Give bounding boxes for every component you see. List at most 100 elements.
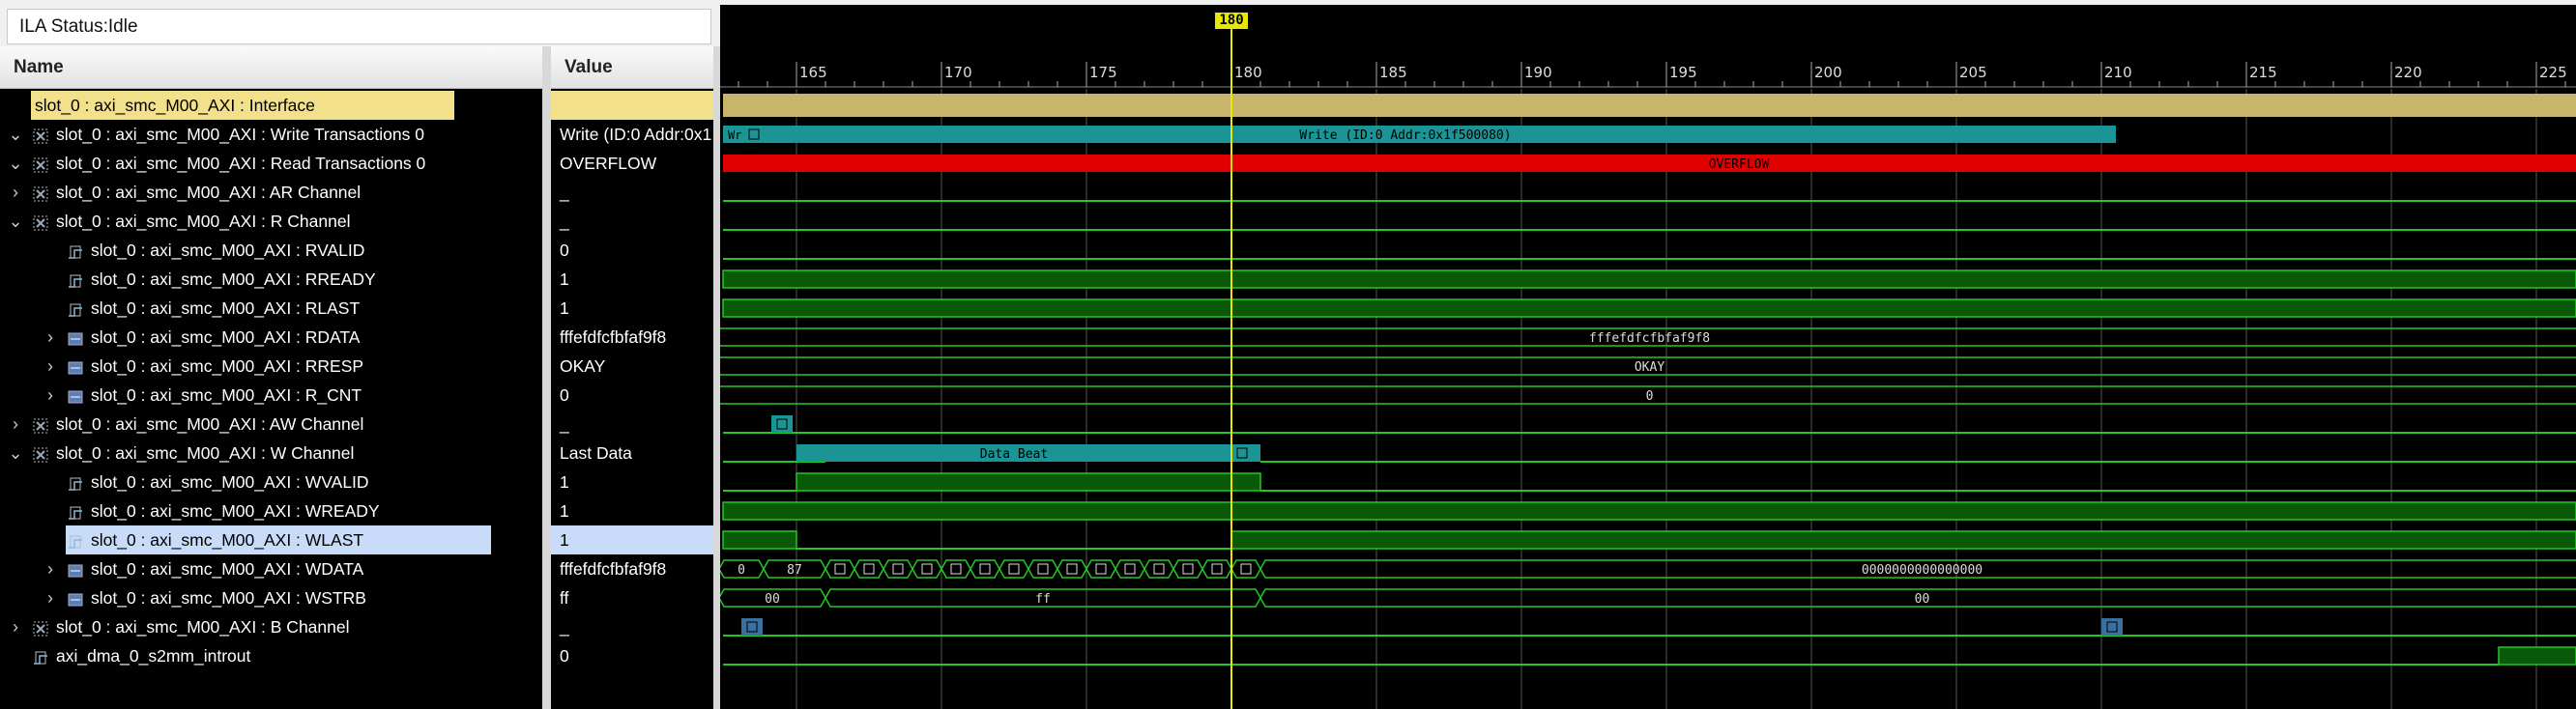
signal-value: Last Data (560, 443, 632, 463)
read-overflow-bar (723, 155, 2576, 172)
signal-group-icon (33, 213, 50, 231)
expand-chevron-icon[interactable]: › (43, 554, 58, 583)
b-handshake-marker (741, 618, 763, 636)
ruler-top-border (720, 0, 2576, 5)
collapse-chevron-icon[interactable]: ⌄ (8, 439, 23, 468)
signal-row-7[interactable]: slot_0 : axi_smc_M00_AXI : RLAST (0, 294, 542, 323)
expand-chevron-icon[interactable]: › (8, 612, 23, 641)
name-value-splitter[interactable] (542, 46, 551, 709)
signal-row-10[interactable]: › slot_0 : axi_smc_M00_AXI : R_CNT (0, 381, 542, 410)
signal-value: _ (560, 617, 569, 637)
signal-row-6[interactable]: slot_0 : axi_smc_M00_AXI : RREADY (0, 265, 542, 294)
signal-row-2[interactable]: ⌄ slot_0 : axi_smc_M00_AXI : Read Transac… (0, 149, 542, 178)
signal-group-icon (33, 184, 50, 202)
signal-row-15[interactable]: slot_0 : axi_smc_M00_AXI : WLAST (66, 525, 491, 554)
signal-row-1[interactable]: ⌄ slot_0 : axi_smc_M00_AXI : Write Transa… (0, 120, 542, 149)
wdata-beat-icon (1153, 563, 1165, 575)
signal-value: fffefdfcfbfaf9f8 (560, 559, 667, 579)
signal-name: slot_0 : axi_smc_M00_AXI : R_CNT (91, 385, 362, 405)
signal-row-18[interactable]: › slot_0 : axi_smc_M00_AXI : B Channel (0, 612, 542, 641)
wdata-bus-segment (1201, 559, 1232, 579)
signal-high-region (1230, 530, 2576, 550)
signal-row-4[interactable]: ⌄ slot_0 : axi_smc_M00_AXI : R Channel (0, 207, 542, 236)
signal-name: slot_0 : axi_smc_M00_AXI : RREADY (91, 269, 376, 289)
expand-chevron-icon[interactable]: › (43, 381, 58, 410)
ruler-tick-label: 200 (1814, 64, 1842, 81)
expand-chevron-icon[interactable]: › (43, 323, 58, 352)
wdata-bus-segment (1143, 559, 1174, 579)
cursor-time-marker[interactable]: 180 (1215, 13, 1248, 29)
signal-name: slot_0 : axi_smc_M00_AXI : AW Channel (56, 414, 364, 434)
signal-value: 0 (560, 646, 569, 666)
bus-signal-icon (68, 357, 85, 375)
w-channel-last (1231, 444, 1260, 462)
wdata-bus-segment (999, 559, 1029, 579)
rdata-bus-label: fffefdfcfbfaf9f8 (1589, 331, 1710, 346)
wdata-beat-icon (1211, 563, 1223, 575)
bus-signal-icon (68, 386, 85, 404)
ruler-tick-label: 185 (1379, 64, 1407, 81)
signal-value: 0 (560, 385, 569, 405)
signal-name: slot_0 : axi_smc_M00_AXI : B Channel (56, 617, 350, 637)
wdata-beat-icon (1240, 563, 1252, 575)
signal-name: axi_dma_0_s2mm_introut (56, 646, 251, 666)
expand-chevron-icon[interactable]: › (8, 410, 23, 439)
signal-row-13[interactable]: slot_0 : axi_smc_M00_AXI : WVALID (0, 468, 542, 496)
wdata-beat-icon (863, 563, 875, 575)
value-column-header[interactable]: Value (551, 46, 713, 89)
signal-value: _ (560, 183, 569, 202)
signal-value: 0 (560, 241, 569, 260)
signal-value: 1 (560, 472, 569, 492)
expand-chevron-icon[interactable]: › (43, 352, 58, 381)
signal-group-icon (33, 618, 50, 637)
signal-row-19[interactable]: axi_dma_0_s2mm_introut (0, 641, 542, 670)
bit-signal-icon (68, 299, 85, 317)
wdata-beat-icon (1008, 563, 1020, 575)
signal-row-11[interactable]: › slot_0 : axi_smc_M00_AXI : AW Channel (0, 410, 542, 439)
signal-row-16[interactable]: › slot_0 : axi_smc_M00_AXI : WDATA (0, 554, 542, 583)
r-cnt-bus-label: 0 (1646, 389, 1654, 404)
signal-row-0[interactable]: slot_0 : axi_smc_M00_AXI : Interface (31, 91, 454, 120)
signal-row-14[interactable]: slot_0 : axi_smc_M00_AXI : WREADY (0, 496, 542, 525)
signal-name: slot_0 : axi_smc_M00_AXI : Read Transact… (56, 154, 426, 173)
bus-signal-icon (68, 589, 85, 607)
collapse-chevron-icon[interactable]: ⌄ (8, 149, 23, 178)
wdata-bus-segment (1085, 559, 1116, 579)
waveform-canvas[interactable]: 165 170 175 180 185 190 195 200 205 210 215 220 225 W… (720, 0, 2576, 709)
signal-row-5[interactable]: slot_0 : axi_smc_M00_AXI : RVALID (0, 236, 542, 265)
value-wave-splitter[interactable] (713, 46, 720, 709)
signal-value: 1 (560, 298, 569, 318)
bit-signal-icon (68, 502, 85, 520)
signal-name: slot_0 : axi_smc_M00_AXI : Interface (35, 96, 315, 115)
wdata-beat-icon (1124, 563, 1136, 575)
bus-signal-icon (68, 560, 85, 578)
signal-row-8[interactable]: › slot_0 : axi_smc_M00_AXI : RDATA (0, 323, 542, 352)
bit-signal-icon (68, 531, 85, 549)
name-column-header[interactable]: Name (0, 46, 542, 89)
signal-group-icon (33, 415, 50, 434)
signal-row-12[interactable]: ⌄ slot_0 : axi_smc_M00_AXI : W Channel (0, 439, 542, 468)
ruler-tick-label: 170 (944, 64, 972, 81)
wdata-beat-icon (979, 563, 991, 575)
ruler-tick-label: 205 (1959, 64, 1987, 81)
waveform-panel[interactable]: 165 170 175 180 185 190 195 200 205 210 215 220 225 W… (720, 0, 2576, 709)
signal-name: slot_0 : axi_smc_M00_AXI : RRESP (91, 356, 364, 376)
expand-chevron-icon[interactable]: › (8, 178, 23, 207)
wdata-bus-segment (854, 559, 884, 579)
ila-status-bar: ILA Status:Idle (7, 9, 711, 44)
signal-value: OVERFLOW (560, 154, 657, 173)
signal-name: slot_0 : axi_smc_M00_AXI : W Channel (56, 443, 355, 463)
expand-chevron-icon[interactable]: › (43, 583, 58, 612)
signal-high-region (722, 269, 2576, 289)
signal-row-3[interactable]: › slot_0 : axi_smc_M00_AXI : AR Channel (0, 178, 542, 207)
signal-value: ff (560, 588, 569, 608)
signal-row-9[interactable]: › slot_0 : axi_smc_M00_AXI : RRESP (0, 352, 542, 381)
rresp-bus-label: OKAY (1635, 360, 1664, 375)
wstrb-bus-segment-label: 00 (765, 592, 780, 607)
signal-name: slot_0 : axi_smc_M00_AXI : AR Channel (56, 183, 362, 202)
collapse-chevron-icon[interactable]: ⌄ (8, 120, 23, 149)
signal-row-17[interactable]: › slot_0 : axi_smc_M00_AXI : WSTRB (0, 583, 542, 612)
interface-bar (723, 94, 2576, 117)
collapse-chevron-icon[interactable]: ⌄ (8, 207, 23, 236)
wdata-bus-segment (912, 559, 942, 579)
